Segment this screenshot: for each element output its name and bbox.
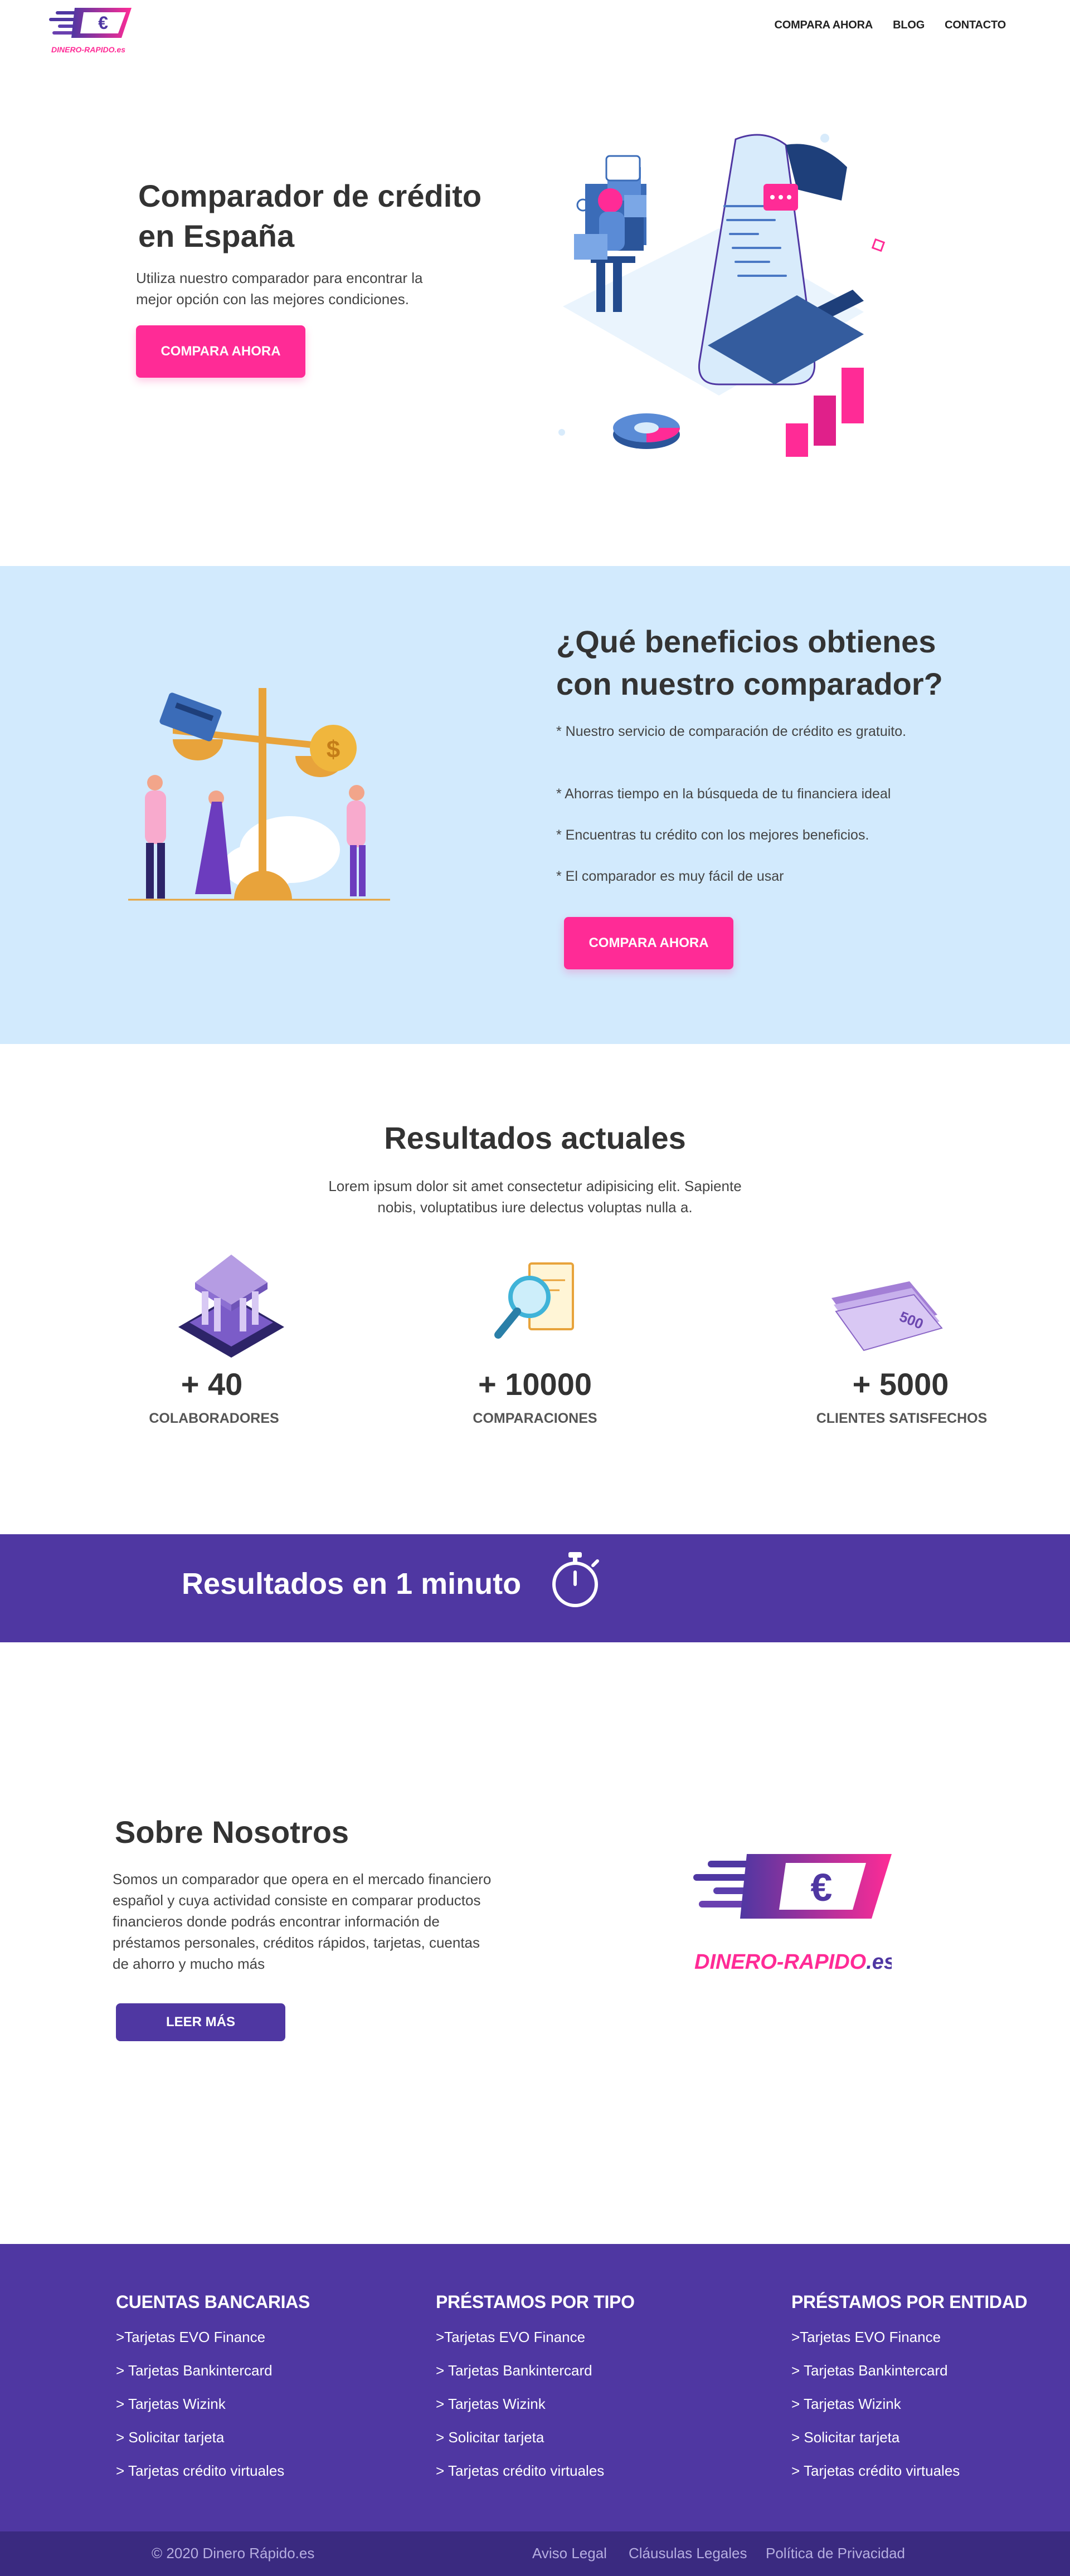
footer-link[interactable]: >Tarjetas EVO Finance — [116, 2329, 265, 2346]
stat-label-comparaciones: COMPARACIONES — [473, 1411, 597, 1426]
hero-description: Utiliza nuestro comparador para encontra… — [136, 270, 423, 308]
speed-banner — [0, 1534, 1070, 1642]
footer-link[interactable]: >Tarjetas EVO Finance — [791, 2329, 941, 2346]
benefits-compara-button[interactable]: COMPARA AHORA — [564, 917, 733, 969]
stopwatch-icon — [552, 1552, 599, 1607]
stat-number-clientes: + 5000 — [852, 1367, 949, 1402]
clausulas-legales-link[interactable]: Cláusulas Legales — [629, 2545, 747, 2562]
logo-wordmark: DINERO-RAPIDO.es — [51, 45, 125, 54]
benefit-item: * Ahorras tiempo en la búsqueda de tu fi… — [556, 786, 891, 802]
footer-link[interactable]: >Tarjetas EVO Finance — [436, 2329, 585, 2346]
politica-privacidad-link[interactable]: Política de Privacidad — [766, 2545, 905, 2562]
about-title: Sobre Nosotros — [115, 1814, 349, 1850]
nav-compara-ahora[interactable]: COMPARA AHORA — [774, 19, 873, 32]
about-logo-euro-symbol: € — [811, 1866, 833, 1909]
footer-link[interactable]: > Tarjetas Wizink — [436, 2396, 546, 2413]
stat-label-colaboradores: COLABORADORES — [149, 1411, 279, 1426]
footer-link[interactable]: > Tarjetas crédito virtuales — [436, 2462, 604, 2480]
stat-number-colaboradores: + 40 — [181, 1367, 243, 1402]
page: € DINERO-RAPIDO.es COMPARA AHORA BLOG CO… — [0, 0, 1070, 2576]
footer-link[interactable]: > Tarjetas Bankintercard — [791, 2362, 948, 2379]
hero-title: Comparador de crédito en España — [138, 178, 482, 253]
svg-text:DINERO-RAPIDO.es: DINERO-RAPIDO.es — [694, 1950, 892, 1974]
footer-link[interactable]: > Solicitar tarjeta — [436, 2429, 544, 2446]
hero-compara-button[interactable]: COMPARA AHORA — [136, 325, 305, 378]
about-logo-suffix: .es — [866, 1950, 892, 1974]
footer-link[interactable]: > Tarjetas Wizink — [791, 2396, 901, 2413]
site-header: € DINERO-RAPIDO.es COMPARA AHORA BLOG CO… — [0, 0, 1070, 56]
balance-scale-illustration-icon: $ — [128, 688, 390, 901]
footer-col-title: CUENTAS BANCARIAS — [116, 2292, 310, 2312]
stat-number-comparaciones: + 10000 — [478, 1367, 592, 1402]
logo-euro-symbol: € — [98, 13, 108, 33]
stat-label-clientes: CLIENTES SATISFECHOS — [816, 1411, 988, 1426]
results-title: Resultados actuales — [384, 1120, 686, 1155]
nav-contacto[interactable]: CONTACTO — [945, 19, 1006, 32]
brand-logo-icon[interactable]: € DINERO-RAPIDO.es — [49, 6, 136, 57]
footer-link[interactable]: > Solicitar tarjeta — [116, 2429, 224, 2446]
footer-col-title: PRÉSTAMOS POR TIPO — [436, 2292, 635, 2312]
results-description: Lorem ipsum dolor sit amet consectetur a… — [328, 1178, 742, 1216]
bank-icon — [178, 1255, 284, 1358]
about-logo-wordmark: DINERO-RAPIDO — [694, 1950, 866, 1974]
banknotes-icon: 500 — [831, 1281, 943, 1352]
footer-link[interactable]: > Tarjetas Bankintercard — [436, 2362, 592, 2379]
main-nav: COMPARA AHORA BLOG CONTACTO — [774, 19, 1006, 32]
footer-link[interactable]: > Tarjetas crédito virtuales — [116, 2462, 284, 2480]
banner-text: Resultados en 1 minuto — [182, 1567, 522, 1601]
benefit-item: * El comparador es muy fácil de usar — [556, 869, 784, 884]
footer-link[interactable]: > Solicitar tarjeta — [791, 2429, 899, 2446]
footer-link[interactable]: > Tarjetas Bankintercard — [116, 2362, 273, 2379]
leer-mas-button[interactable]: LEER MÁS — [116, 2003, 285, 2041]
footer-link[interactable]: > Tarjetas Wizink — [116, 2396, 226, 2413]
copyright-text: © 2020 Dinero Rápido.es — [152, 2545, 315, 2562]
svg-text:$: $ — [327, 736, 340, 763]
hero-laptop-illustration-icon — [558, 134, 886, 457]
site-footer — [0, 2244, 1070, 2531]
benefits-title: ¿Qué beneficios obtienes con nuestro com… — [556, 624, 943, 701]
aviso-legal-link[interactable]: Aviso Legal — [532, 2545, 607, 2562]
footer-link[interactable]: > Tarjetas crédito virtuales — [791, 2462, 960, 2480]
about-description: Somos un comparador que opera en el merc… — [113, 1871, 492, 1972]
benefit-item: * Nuestro servicio de comparación de cré… — [556, 724, 907, 739]
about-brand-logo-icon: € DINERO-RAPIDO.es — [693, 1854, 892, 1974]
benefit-item: * Encuentras tu crédito con los mejores … — [556, 827, 869, 843]
magnifier-document-icon — [494, 1262, 574, 1339]
nav-blog[interactable]: BLOG — [893, 19, 925, 32]
footer-col-title: PRÉSTAMOS POR ENTIDAD — [791, 2292, 1028, 2312]
